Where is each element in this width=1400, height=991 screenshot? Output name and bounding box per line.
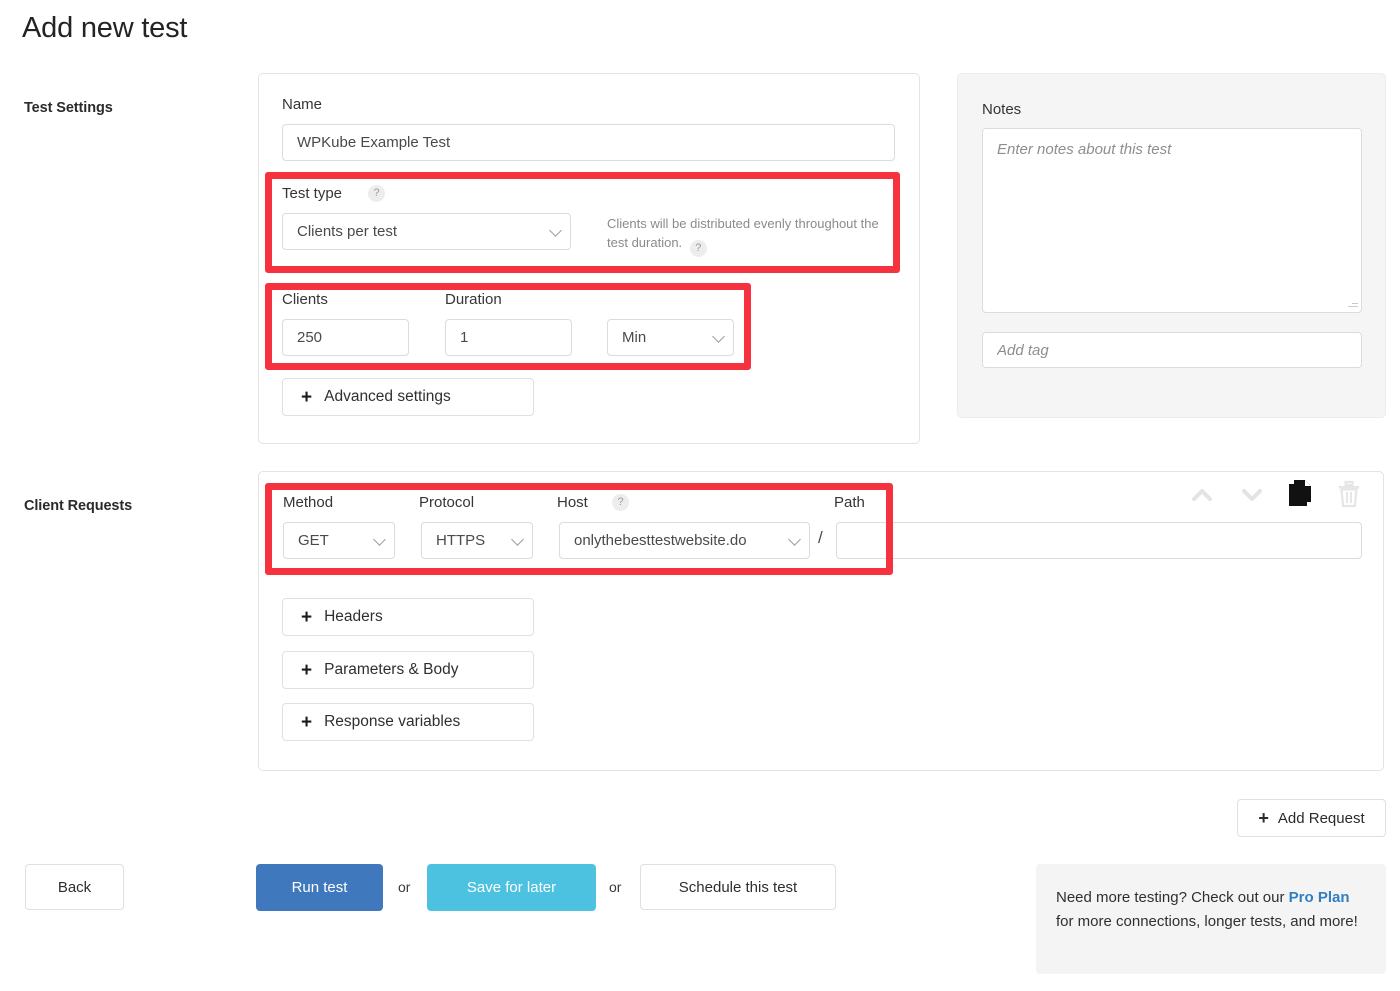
protocol-label: Protocol: [419, 494, 475, 511]
test-type-label: Test type: [282, 185, 343, 202]
protocol-select[interactable]: HTTPS: [421, 522, 533, 559]
notes-label: Notes: [982, 101, 1022, 118]
back-button[interactable]: Back: [25, 864, 124, 910]
path-label: Path: [834, 494, 865, 511]
run-test-button[interactable]: Run test: [256, 864, 383, 911]
plus-icon: +: [301, 386, 313, 408]
schedule-test-button[interactable]: Schedule this test: [640, 864, 836, 910]
clients-input[interactable]: [282, 319, 409, 356]
page-title: Add new test: [22, 12, 188, 44]
method-select-value: GET: [298, 532, 329, 549]
chevron-down-icon: [373, 532, 386, 546]
add-request-label: Add Request: [1277, 809, 1365, 827]
duration-input[interactable]: [445, 319, 572, 356]
clients-label: Clients: [282, 291, 328, 308]
chevron-down-icon: [712, 329, 725, 343]
duration-unit-value: Min: [622, 329, 647, 346]
section-label-test-settings: Test Settings: [24, 100, 113, 116]
test-type-help-icon[interactable]: ?: [368, 185, 385, 202]
move-request-up-button[interactable]: [1185, 480, 1219, 510]
run-test-label: Run test: [291, 879, 348, 896]
plus-icon: +: [301, 711, 313, 733]
save-for-later-label: Save for later: [466, 879, 557, 896]
plus-icon: +: [301, 659, 313, 681]
duration-label: Duration: [445, 291, 502, 308]
method-label: Method: [283, 494, 334, 511]
plus-icon: +: [1258, 808, 1269, 828]
response-variables-label: Response variables: [324, 713, 461, 730]
host-label: Host: [557, 494, 588, 511]
duplicate-request-button[interactable]: [1286, 478, 1320, 508]
test-type-select-value: Clients per test: [297, 223, 398, 240]
name-label: Name: [282, 96, 323, 113]
test-type-select[interactable]: Clients per test: [282, 213, 571, 250]
section-label-client-requests: Client Requests: [24, 498, 133, 514]
advanced-settings-label: Advanced settings: [324, 388, 451, 405]
promo-tail-text: for more connections, longer tests, and …: [1056, 913, 1358, 930]
promo-lead-text: Need more testing? Check out our: [1056, 889, 1285, 906]
host-help-icon[interactable]: ?: [612, 494, 629, 511]
path-input[interactable]: [836, 522, 1362, 559]
advanced-settings-button[interactable]: + Advanced settings: [282, 378, 534, 416]
response-variables-button[interactable]: + Response variables: [282, 703, 534, 741]
chevron-down-icon: [549, 223, 562, 237]
save-for-later-button[interactable]: Save for later: [427, 864, 596, 911]
headers-button[interactable]: + Headers: [282, 598, 534, 636]
delete-request-button[interactable]: [1334, 478, 1368, 508]
headers-label: Headers: [324, 608, 383, 625]
plus-icon: +: [301, 606, 313, 628]
chevron-down-icon: [788, 532, 801, 546]
path-separator: /: [818, 528, 823, 547]
add-request-button[interactable]: + Add Request: [1237, 799, 1386, 837]
parameters-body-button[interactable]: + Parameters & Body: [282, 651, 534, 689]
test-name-input[interactable]: [282, 124, 895, 161]
or-separator-2: or: [609, 879, 622, 895]
schedule-label: Schedule this test: [678, 878, 798, 896]
parameters-body-label: Parameters & Body: [324, 661, 459, 678]
move-request-down-button[interactable]: [1235, 480, 1269, 510]
notes-textarea[interactable]: [982, 128, 1362, 313]
or-separator-1: or: [398, 879, 411, 895]
chevron-down-icon: [511, 532, 524, 546]
method-select[interactable]: GET: [283, 522, 395, 559]
pro-plan-promo: Need more testing? Check out our Pro Pla…: [1036, 864, 1386, 974]
protocol-select-value: HTTPS: [436, 532, 486, 549]
back-label: Back: [57, 878, 92, 896]
duration-unit-select[interactable]: Min: [607, 319, 734, 356]
pro-plan-link[interactable]: Pro Plan: [1289, 889, 1350, 906]
host-select-value: onlythebesttestwebsite.do: [574, 532, 747, 549]
test-type-hint-text: Clients will be distributed evenly throu…: [607, 216, 879, 250]
test-type-hint: Clients will be distributed evenly throu…: [607, 214, 897, 257]
add-tag-input[interactable]: [982, 332, 1362, 368]
test-type-hint-help-icon[interactable]: ?: [689, 240, 707, 257]
host-select[interactable]: onlythebesttestwebsite.do: [559, 522, 810, 559]
